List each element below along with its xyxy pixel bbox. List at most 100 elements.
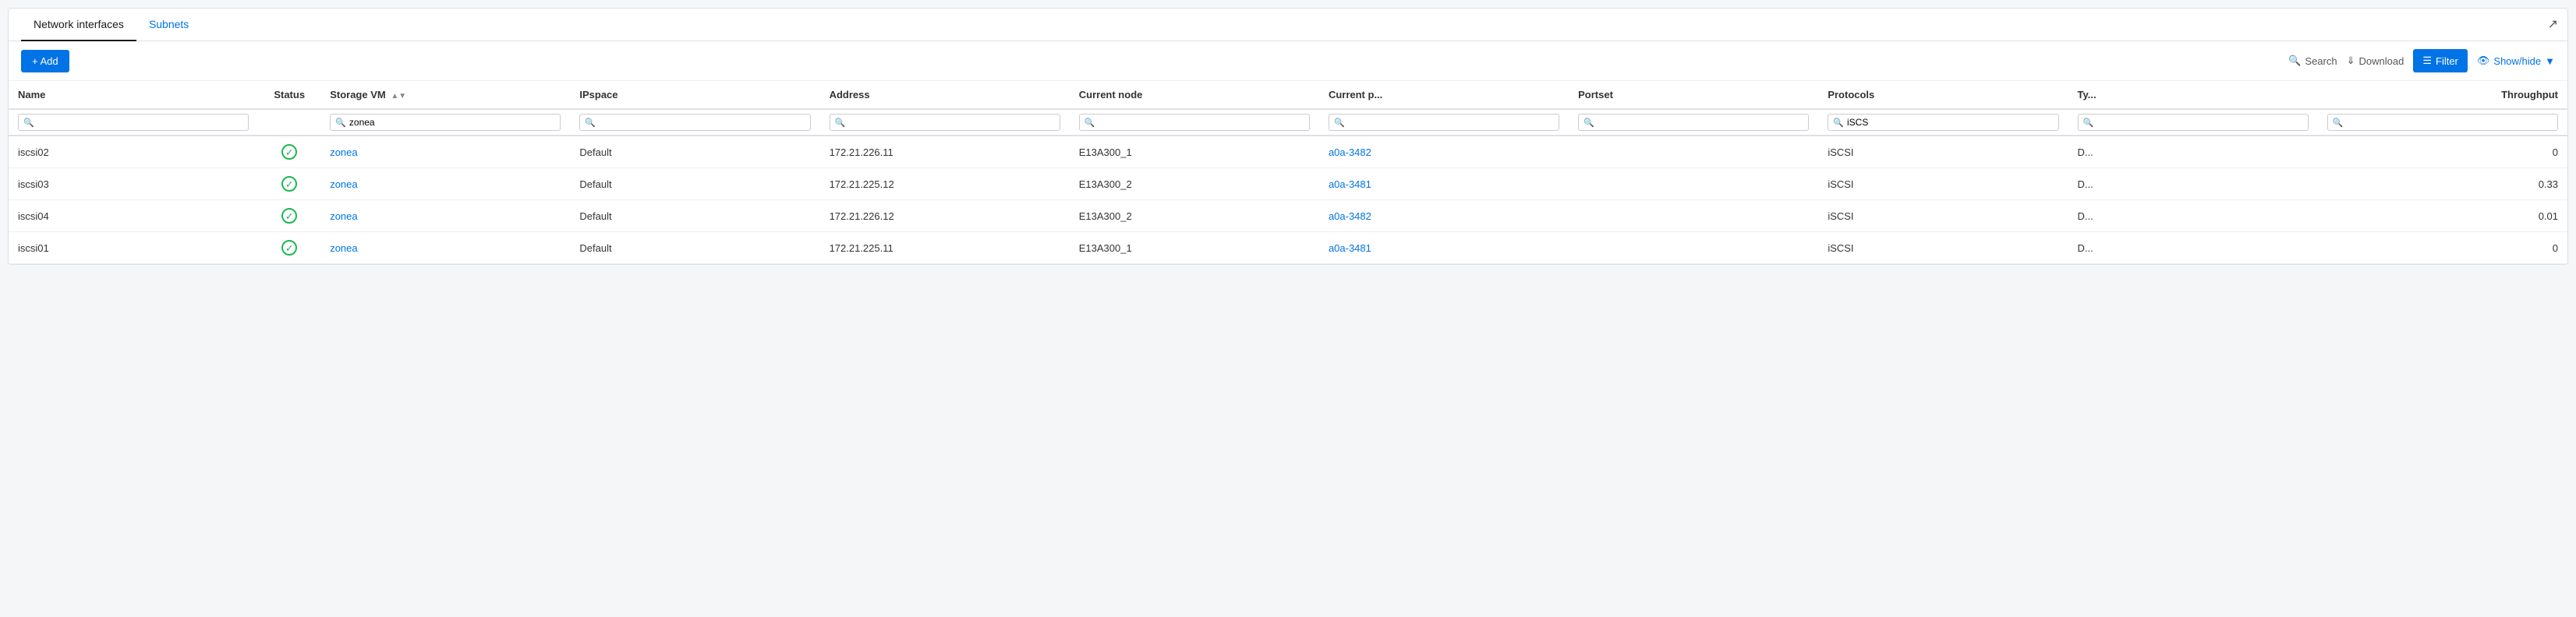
- tab-subnets[interactable]: Subnets: [136, 9, 201, 41]
- col-header-ty: Ty...: [2068, 81, 2318, 109]
- filter-cell-ipspace: 🔍: [570, 109, 819, 136]
- status-check-icon: ✓: [281, 208, 297, 224]
- cell-currentnode: E13A300_1: [1070, 232, 1319, 264]
- filter-search-icon-currentp: 🔍: [1334, 118, 1345, 128]
- currentp-link[interactable]: a0a-3481: [1329, 178, 1371, 190]
- header-row: Name Status Storage VM ▲▼ IPspace Addres…: [9, 81, 2567, 109]
- cell-ipspace: Default: [570, 136, 819, 168]
- download-button[interactable]: ⇓ Download: [2347, 55, 2404, 67]
- status-check-icon: ✓: [281, 240, 297, 256]
- cell-status: ✓: [258, 232, 320, 264]
- cell-status: ✓: [258, 200, 320, 232]
- filter-input-ipspace[interactable]: [599, 117, 805, 128]
- toolbar: + Add 🔍 Search ⇓ Download ☰ Filter 👁 Sho…: [9, 41, 2567, 81]
- table-container: Name Status Storage VM ▲▼ IPspace Addres…: [9, 81, 2567, 264]
- storagevm-link[interactable]: zonea: [330, 178, 357, 190]
- col-header-name: Name: [9, 81, 258, 109]
- expand-icon[interactable]: ↗: [2548, 16, 2558, 32]
- storagevm-link[interactable]: zonea: [330, 242, 357, 254]
- filter-input-portset[interactable]: [1598, 117, 1803, 128]
- filter-input-name[interactable]: [37, 117, 243, 128]
- cell-currentp: a0a-3481: [1319, 232, 1569, 264]
- col-header-currentp: Current p...: [1319, 81, 1569, 109]
- table-row: iscsi02 ✓ zonea Default 172.21.226.11 E1…: [9, 136, 2567, 168]
- table-row: iscsi01 ✓ zonea Default 172.21.225.11 E1…: [9, 232, 2567, 264]
- filter-search-icon-throughput: 🔍: [2333, 118, 2344, 128]
- showhide-button[interactable]: 👁 Show/hide ▼: [2477, 55, 2555, 67]
- cell-address: 172.21.225.12: [820, 168, 1070, 200]
- tabs-bar: Network interfaces Subnets ↗: [9, 9, 2567, 41]
- cell-ty: D...: [2068, 200, 2318, 232]
- cell-ty: D...: [2068, 232, 2318, 264]
- toolbar-left: + Add: [21, 50, 69, 72]
- cell-storagevm: zonea: [320, 168, 570, 200]
- filter-search-icon-storagevm: 🔍: [335, 118, 346, 128]
- cell-currentp: a0a-3482: [1319, 136, 1569, 168]
- tab-network-interfaces[interactable]: Network interfaces: [21, 9, 136, 41]
- currentp-link[interactable]: a0a-3482: [1329, 146, 1371, 158]
- cell-portset: [1569, 136, 1818, 168]
- filter-search-icon-ty: 🔍: [2083, 118, 2094, 128]
- cell-storagevm: zonea: [320, 200, 570, 232]
- filter-search-icon-portset: 🔍: [1583, 118, 1594, 128]
- cell-ty: D...: [2068, 168, 2318, 200]
- filter-input-protocols[interactable]: [1847, 117, 2053, 128]
- cell-throughput: 0.01: [2318, 200, 2567, 232]
- toolbar-right: 🔍 Search ⇓ Download ☰ Filter 👁 Show/hide…: [2288, 49, 2555, 72]
- table-row: iscsi04 ✓ zonea Default 172.21.226.12 E1…: [9, 200, 2567, 232]
- cell-currentnode: E13A300_2: [1070, 200, 1319, 232]
- filter-cell-ty: 🔍: [2068, 109, 2318, 136]
- storagevm-link[interactable]: zonea: [330, 146, 357, 158]
- main-container: Network interfaces Subnets ↗ + Add 🔍 Sea…: [8, 8, 2568, 265]
- currentp-link[interactable]: a0a-3482: [1329, 210, 1371, 222]
- filter-cell-address: 🔍: [820, 109, 1070, 136]
- filter-cell-portset: 🔍: [1569, 109, 1818, 136]
- cell-currentp: a0a-3481: [1319, 168, 1569, 200]
- cell-address: 172.21.226.11: [820, 136, 1070, 168]
- add-button[interactable]: + Add: [21, 50, 69, 72]
- search-button[interactable]: 🔍 Search: [2288, 55, 2337, 67]
- filter-search-icon-protocols: 🔍: [1833, 118, 1844, 128]
- col-header-status: Status: [258, 81, 320, 109]
- filter-input-currentp[interactable]: [1348, 117, 1554, 128]
- cell-name: iscsi02: [9, 136, 258, 168]
- filter-cell-throughput: 🔍: [2318, 109, 2567, 136]
- cell-status: ✓: [258, 136, 320, 168]
- filter-input-storagevm[interactable]: [349, 117, 555, 128]
- filter-cell-currentp: 🔍: [1319, 109, 1569, 136]
- cell-protocols: iSCSI: [1818, 232, 2068, 264]
- col-header-ipspace: IPspace: [570, 81, 819, 109]
- filter-input-ty[interactable]: [2097, 117, 2302, 128]
- data-table: Name Status Storage VM ▲▼ IPspace Addres…: [9, 81, 2567, 264]
- filter-search-icon-name: 🔍: [23, 118, 34, 128]
- col-header-protocols: Protocols: [1818, 81, 2068, 109]
- cell-address: 172.21.225.11: [820, 232, 1070, 264]
- filter-input-throughput[interactable]: [2346, 117, 2553, 128]
- filter-cell-storagevm: 🔍: [320, 109, 570, 136]
- table-body: iscsi02 ✓ zonea Default 172.21.226.11 E1…: [9, 136, 2567, 264]
- cell-ty: D...: [2068, 136, 2318, 168]
- filter-search-icon-ipspace: 🔍: [585, 118, 596, 128]
- cell-currentp: a0a-3482: [1319, 200, 1569, 232]
- filter-search-icon-currentnode: 🔍: [1085, 118, 1095, 128]
- currentp-link[interactable]: a0a-3481: [1329, 242, 1371, 254]
- cell-protocols: iSCSI: [1818, 200, 2068, 232]
- cell-name: iscsi03: [9, 168, 258, 200]
- col-header-portset: Portset: [1569, 81, 1818, 109]
- cell-ipspace: Default: [570, 232, 819, 264]
- filter-row: 🔍 🔍 🔍: [9, 109, 2567, 136]
- cell-portset: [1569, 200, 1818, 232]
- cell-throughput: 0: [2318, 136, 2567, 168]
- status-check-icon: ✓: [281, 144, 297, 160]
- col-header-storagevm[interactable]: Storage VM ▲▼: [320, 81, 570, 109]
- cell-name: iscsi01: [9, 232, 258, 264]
- filter-button[interactable]: ☰ Filter: [2413, 49, 2468, 72]
- cell-ipspace: Default: [570, 200, 819, 232]
- storagevm-link[interactable]: zonea: [330, 210, 357, 222]
- cell-protocols: iSCSI: [1818, 136, 2068, 168]
- filter-input-address[interactable]: [848, 117, 1054, 128]
- filter-input-currentnode[interactable]: [1098, 117, 1304, 128]
- cell-currentnode: E13A300_1: [1070, 136, 1319, 168]
- col-header-currentnode: Current node: [1070, 81, 1319, 109]
- download-icon: ⇓: [2347, 55, 2355, 67]
